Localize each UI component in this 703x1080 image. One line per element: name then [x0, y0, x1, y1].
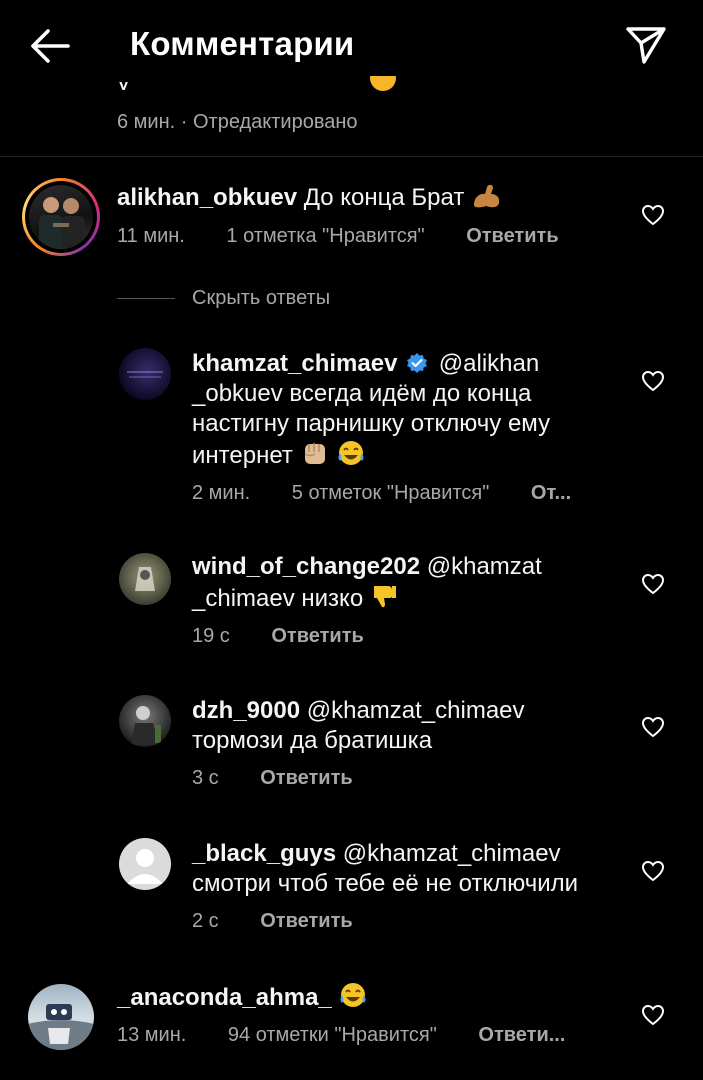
comment-time: 13 мин. [117, 1024, 187, 1046]
thumbs-down-icon [373, 586, 396, 608]
avatar[interactable] [119, 695, 171, 747]
username[interactable]: alikhan_obkuev [117, 184, 297, 211]
reply-button[interactable]: Ответи... [478, 1024, 565, 1046]
heart-icon[interactable] [641, 573, 665, 595]
flexed-biceps-icon [474, 184, 500, 208]
comment-text: До конца Брат [303, 184, 465, 211]
comment-time: 2 с [192, 910, 219, 932]
reply-button[interactable]: Ответить [260, 910, 352, 932]
comment-time: 19 с [192, 625, 230, 647]
comment-time: 11 мин. [117, 225, 185, 247]
comment-time: 2 мин. [192, 482, 251, 504]
tears-of-joy-icon [338, 441, 364, 465]
comment-meta: 6 мин. · Отредактировано [117, 111, 358, 133]
avatar[interactable] [119, 553, 171, 605]
heart-icon[interactable] [641, 716, 665, 738]
tears-of-joy-icon [340, 983, 366, 1007]
reply-button[interactable]: От... [531, 482, 571, 504]
username[interactable]: khamzat_chimaev [192, 350, 397, 377]
paper-plane-icon[interactable] [624, 24, 668, 66]
comment-text-line: настигну парнишку отключу ему [192, 410, 551, 437]
top-bar: Комментарии [0, 0, 703, 92]
divider [0, 156, 703, 157]
likes-count[interactable]: 5 отметок "Нравится" [292, 482, 490, 504]
comment-time: 3 с [192, 767, 219, 789]
page-title: Комментарии [130, 25, 355, 62]
mention[interactable]: @alikhan [439, 350, 539, 377]
hide-replies-button[interactable]: Скрыть ответы [192, 287, 330, 310]
mention[interactable]: @khamzat [427, 553, 542, 580]
emoji-icon [370, 76, 396, 91]
avatar[interactable] [28, 984, 94, 1050]
likes-count[interactable]: 94 отметки "Нравится" [228, 1024, 437, 1046]
raised-fist-icon [304, 443, 325, 464]
reply-button[interactable]: Ответить [271, 625, 363, 647]
username[interactable]: wind_of_change202 [192, 553, 420, 580]
comment-text-line: _chimaev низко [192, 585, 364, 612]
avatar[interactable] [119, 348, 171, 400]
avatar[interactable] [29, 185, 93, 249]
heart-icon[interactable] [641, 1004, 665, 1026]
username[interactable]: dzh_9000 [192, 697, 300, 724]
reply-button[interactable]: Ответить [466, 225, 558, 247]
username[interactable]: _anaconda_ahma_ [117, 984, 332, 1011]
mention[interactable]: @khamzat_chimaev [343, 840, 561, 867]
comment-text-line: _obkuev всегда идём до конца [192, 380, 532, 407]
mention[interactable]: @khamzat_chimaev [307, 697, 525, 724]
hide-replies-line [117, 298, 175, 299]
heart-icon[interactable] [641, 860, 665, 882]
likes-count[interactable]: 1 отметка "Нравится" [226, 225, 424, 247]
comment-text-line: смотри чтоб тебе её не отключили [192, 870, 579, 897]
arrow-left-icon[interactable] [28, 26, 72, 66]
comment-text-line: тормози да братишка [192, 727, 433, 754]
heart-icon[interactable] [641, 370, 665, 392]
heart-icon[interactable] [641, 204, 665, 226]
username[interactable]: _black_guys [192, 840, 336, 867]
verified-badge-icon [407, 353, 428, 373]
comment-text-line: интернет [192, 442, 293, 469]
avatar[interactable] [119, 838, 171, 890]
reply-button[interactable]: Ответить [260, 767, 352, 789]
